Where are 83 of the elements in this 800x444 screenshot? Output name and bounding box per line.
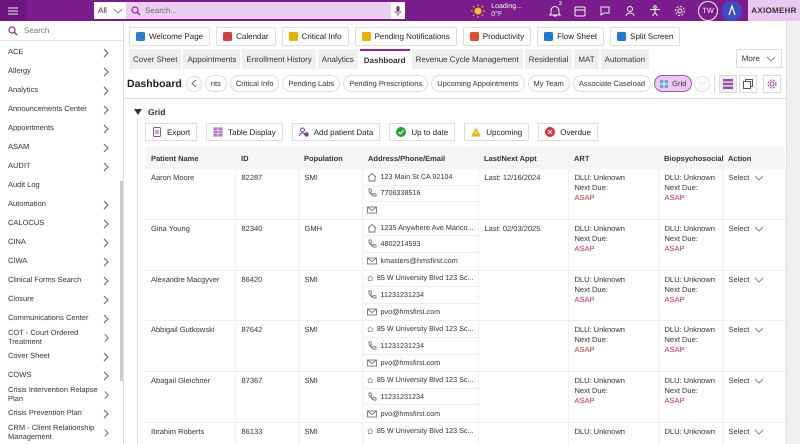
home-icon [366,324,373,334]
toolbar-button[interactable]: Export [145,123,198,141]
toolbar-button[interactable]: Add patient Data [292,123,380,141]
search-field[interactable]: Search... [126,2,391,19]
section-title: Grid [148,107,166,117]
tab[interactable]: Analytics [318,49,358,69]
caret-icon [754,428,764,436]
list-view-button[interactable] [719,74,738,92]
tab[interactable]: Cover Sheet [129,49,182,69]
caret-icon [754,224,764,233]
mail-icon [366,358,376,368]
search-icon [8,26,18,36]
scrollbar[interactable] [120,181,123,381]
toolbar-button[interactable]: Upcoming [464,123,530,141]
phone-icon [366,239,376,250]
logo: AXIOMEHR [748,0,800,21]
home-icon [366,426,373,436]
microphone-button[interactable] [391,2,405,19]
home-icon [366,222,376,233]
collapse-icon[interactable] [134,108,142,116]
quick-link-button[interactable]: Welcome Page [129,27,210,46]
error-icon [545,127,556,137]
quick-link-button[interactable]: Calendar [216,27,276,46]
mail-icon [366,205,376,216]
microphone-icon [395,6,401,16]
person-icon [624,4,636,16]
accessibility-icon [648,4,660,16]
sun-icon [471,4,486,18]
scope-dropdown[interactable]: All [94,2,126,19]
tab[interactable]: Enrollment History [242,49,316,69]
quick-link-button[interactable]: Critical Info [282,27,349,46]
caret-icon [754,276,764,284]
quick-link-button[interactable]: Flow Sheet [537,27,604,46]
phone-icon [366,188,376,198]
toolbar-button[interactable]: Up to date [389,123,456,141]
quick-link-button[interactable]: Pending Notifications [354,27,457,46]
phone-icon [366,290,376,300]
calendar-icon [574,4,586,16]
caret-icon [754,377,764,386]
tab[interactable]: Appointments [183,49,240,69]
card-view-button[interactable] [739,74,758,92]
tab[interactable]: Revenue Cycle Management [412,49,523,69]
bell-icon [548,4,560,16]
caret-icon [754,174,764,182]
list-view-icon [723,78,734,88]
settings-icon [674,4,686,16]
search-icon [131,6,141,16]
chevron-left-icon [190,79,197,88]
tab[interactable]: Automation [600,49,650,69]
scroll-left-button[interactable] [186,76,202,92]
copy-icon [743,78,754,88]
home-icon [366,172,376,182]
caret-icon [754,326,764,334]
phone-icon [366,340,376,351]
table-icon [213,127,224,137]
add-people-icon [298,127,309,137]
toolbar-button[interactable]: Overdue [538,123,598,141]
scrollbar[interactable] [786,21,800,444]
quick-link-button[interactable]: Productivity [462,27,532,46]
check-circle-icon [396,127,406,137]
menu-icon [8,6,18,14]
mail-icon [366,307,376,318]
document-icon [152,127,162,137]
caret-icon [113,6,123,14]
chat-icon [598,4,610,16]
home-icon [366,374,373,385]
home-icon [366,273,373,284]
phone-icon [366,392,376,402]
page-title: Dashboard [127,78,182,90]
quick-link-button[interactable]: Split Screen [610,27,680,46]
tab[interactable]: MAT [574,49,599,69]
menu-button[interactable] [0,0,26,21]
warning-icon [471,127,482,137]
grid-icon [660,80,668,88]
settings-icon [767,78,778,88]
mail-icon [366,256,376,266]
mail-icon [366,408,376,419]
tab[interactable]: Residential [524,49,572,69]
more-dropdown[interactable]: More [736,49,782,68]
caret-icon [766,54,776,62]
settings-button[interactable] [763,74,782,92]
toolbar-button[interactable]: Table Display [206,123,283,141]
assistant-icon[interactable] [722,0,742,20]
